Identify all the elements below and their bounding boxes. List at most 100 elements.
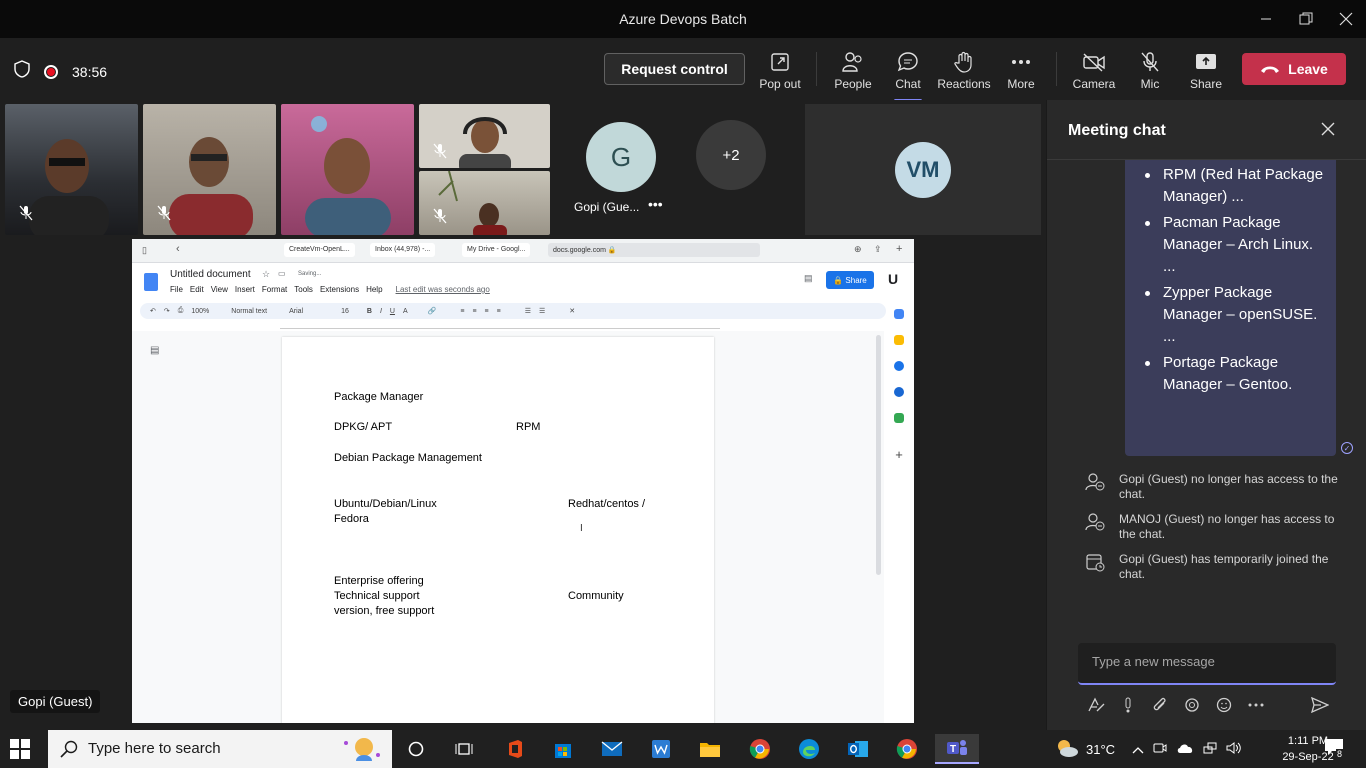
download-icon[interactable]: ⊕ (854, 244, 862, 255)
reactions-button[interactable]: Reactions (936, 50, 992, 94)
menu-file[interactable]: File (170, 285, 183, 294)
address-bar[interactable]: docs.google.com 🔒 (548, 243, 760, 257)
attach-icon[interactable] (1149, 694, 1171, 716)
participant-video-1[interactable] (5, 104, 138, 235)
close-window-button[interactable] (1326, 0, 1366, 38)
avatar[interactable]: G (586, 122, 656, 192)
share-page-icon[interactable]: ⇪ (874, 244, 882, 255)
network-icon[interactable] (1203, 741, 1217, 758)
onedrive-icon[interactable] (1176, 742, 1194, 757)
more-options-icon[interactable] (1245, 694, 1267, 716)
link-icon[interactable]: 🔗 (428, 307, 437, 315)
share-button[interactable]: Share (1178, 50, 1234, 94)
important-icon[interactable] (1117, 694, 1139, 716)
format-icon[interactable] (1085, 694, 1107, 716)
weather-widget[interactable]: 31°C (1054, 730, 1115, 768)
pop-out-button[interactable]: Pop out (752, 50, 808, 94)
participant-more-icon[interactable]: ••• (648, 196, 663, 212)
menu-help[interactable]: Help (366, 285, 382, 294)
keep-icon[interactable] (894, 335, 904, 345)
document-page[interactable]: Package Manager DPKG/ APT RPM Debian Pac… (282, 337, 714, 723)
windows-start-icon[interactable] (10, 739, 30, 759)
chrome-icon[interactable] (745, 734, 775, 764)
tasks-icon[interactable] (894, 361, 904, 371)
people-button[interactable]: People (825, 50, 881, 94)
emoji-icon[interactable] (1213, 694, 1235, 716)
mail-icon[interactable] (597, 734, 627, 764)
participant-video-3[interactable] (281, 104, 414, 235)
account-avatar[interactable]: U (888, 271, 898, 287)
loop-icon[interactable] (1181, 694, 1203, 716)
underline-icon[interactable]: U (390, 308, 395, 315)
menu-view[interactable]: View (211, 285, 228, 294)
volume-icon[interactable] (1226, 741, 1242, 758)
minimize-button[interactable] (1246, 0, 1286, 38)
participant-tile-vm[interactable]: VM (805, 104, 1041, 235)
text-color-icon[interactable]: A (403, 308, 408, 315)
leave-button[interactable]: Leave (1242, 53, 1346, 85)
mic-button[interactable]: Mic (1122, 50, 1178, 94)
participant-video-2[interactable] (143, 104, 276, 235)
outlook-icon[interactable] (843, 734, 873, 764)
style-select[interactable]: Normal text (231, 308, 267, 315)
numbered-list-icon[interactable]: ☰ (539, 307, 545, 315)
new-tab-icon[interactable]: + (896, 243, 902, 255)
office-icon[interactable] (500, 734, 530, 764)
document-title[interactable]: Untitled document (170, 269, 251, 280)
align-left-icon[interactable]: ≡ (460, 308, 464, 315)
edge-icon[interactable] (794, 734, 824, 764)
comment-icon[interactable]: ▤ (804, 273, 813, 284)
shared-screen[interactable]: ▯ ‹ CreateVm-OpenL... Inbox (44,978) -..… (132, 239, 914, 723)
folder-icon[interactable]: ▭ (278, 269, 286, 278)
message-input[interactable] (1092, 654, 1322, 669)
italic-icon[interactable]: I (380, 308, 382, 315)
calendar-icon[interactable] (894, 309, 904, 319)
maximize-button[interactable] (1286, 0, 1326, 38)
print-icon[interactable]: ⎙ (178, 307, 184, 315)
chat-button[interactable]: Chat (880, 50, 936, 102)
redo-icon[interactable]: ↷ (164, 307, 170, 315)
overflow-participants-button[interactable]: +2 (696, 120, 766, 190)
browser-tab[interactable]: My Drive - Googl... (462, 243, 531, 257)
menu-insert[interactable]: Insert (235, 285, 255, 294)
back-icon[interactable]: ‹ (176, 243, 180, 255)
contacts-icon[interactable] (894, 387, 904, 397)
menu-format[interactable]: Format (262, 285, 287, 294)
clear-formatting-icon[interactable]: ✕ (569, 307, 575, 315)
menu-edit[interactable]: Edit (190, 285, 204, 294)
menu-tools[interactable]: Tools (294, 285, 313, 294)
microsoft-store-icon[interactable] (548, 734, 578, 764)
notification-center-button[interactable]: 8 (1324, 738, 1346, 760)
chat-message[interactable]: RPM (Red Hat Package Manager) ... Pacman… (1125, 160, 1336, 456)
document-scrollbar[interactable] (876, 335, 881, 575)
request-control-button[interactable]: Request control (604, 53, 745, 85)
align-right-icon[interactable]: ≡ (485, 308, 489, 315)
undo-icon[interactable]: ↶ (150, 307, 156, 315)
bulleted-list-icon[interactable]: ☰ (525, 307, 531, 315)
font-size-input[interactable]: 16 (341, 308, 349, 315)
meet-now-icon[interactable] (1153, 741, 1167, 758)
file-explorer-icon[interactable] (695, 734, 725, 764)
task-view-icon[interactable] (449, 734, 479, 764)
sidebar-toggle-icon[interactable]: ▯ (142, 245, 147, 256)
camera-button[interactable]: Camera (1066, 50, 1122, 94)
teams-icon[interactable]: T (935, 734, 979, 764)
browser-tab[interactable]: Inbox (44,978) -... (370, 243, 436, 257)
add-addon-icon[interactable]: + (895, 447, 903, 462)
browser-tab[interactable]: CreateVm-OpenL... (284, 243, 355, 257)
taskbar-search[interactable]: Type here to search (48, 730, 392, 768)
docs-share-button[interactable]: 🔒 Share (826, 271, 874, 289)
menu-extensions[interactable]: Extensions (320, 285, 359, 294)
outline-icon[interactable]: ▤ (150, 345, 159, 356)
star-icon[interactable]: ☆ (262, 269, 270, 280)
zoom-select[interactable]: 100% (191, 308, 209, 315)
chevron-up-icon[interactable] (1132, 742, 1144, 757)
more-button[interactable]: More (993, 50, 1049, 94)
participant-video-5[interactable] (419, 171, 550, 235)
compose-box[interactable] (1078, 643, 1336, 685)
cortana-icon[interactable] (401, 734, 431, 764)
send-icon[interactable] (1309, 694, 1331, 716)
last-edit-link[interactable]: Last edit was seconds ago (396, 285, 490, 294)
close-icon[interactable] (1321, 120, 1335, 141)
word-icon[interactable] (646, 734, 676, 764)
